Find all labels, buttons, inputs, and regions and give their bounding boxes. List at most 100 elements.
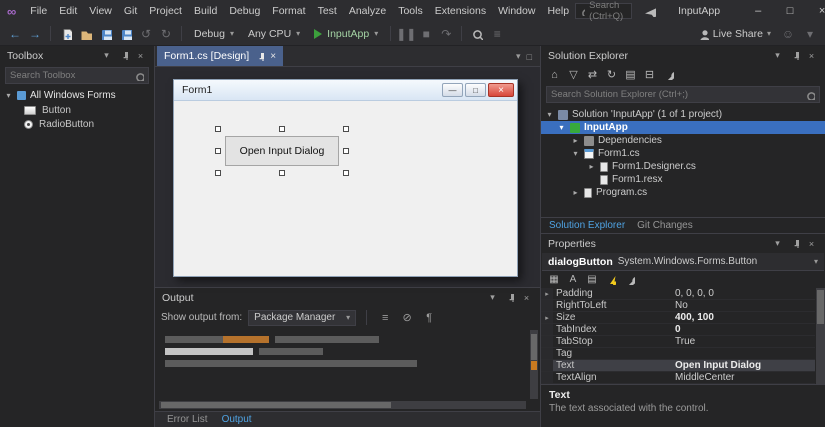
resize-handle-e[interactable] <box>343 148 349 154</box>
property-value[interactable]: 0, 0, 0, 0 <box>671 288 815 299</box>
minimize-button[interactable]: – <box>742 0 774 22</box>
chevron-right-icon[interactable]: ▸ <box>587 162 596 171</box>
property-value[interactable]: Open Input Dialog <box>671 360 815 371</box>
selected-object-dropdown[interactable]: dialogButton System.Windows.Forms.Button… <box>542 253 824 271</box>
collapse-all-icon[interactable]: ⊟ <box>641 67 658 83</box>
close-icon[interactable]: × <box>805 237 818 250</box>
events-icon[interactable] <box>603 272 619 287</box>
property-name[interactable]: RightToLeft <box>553 300 671 311</box>
pin-icon[interactable] <box>255 52 265 61</box>
tree-item-solution[interactable]: ▾ Solution 'InputApp' (1 of 1 project) <box>541 108 825 121</box>
resize-handle-s[interactable] <box>279 170 285 176</box>
menu-edit[interactable]: Edit <box>53 5 83 17</box>
resize-handle-sw[interactable] <box>215 170 221 176</box>
open-file-icon[interactable] <box>77 25 95 43</box>
scrollbar-thumb[interactable] <box>531 334 537 360</box>
chevron-right-icon[interactable]: ▸ <box>571 188 580 197</box>
property-row-tabstop[interactable]: TabStop True <box>541 336 815 348</box>
properties-view-icon[interactable]: ▤ <box>584 272 600 287</box>
solution-explorer-search-input[interactable] <box>551 89 805 100</box>
property-row-size[interactable]: ▸ Size 400, 100 <box>541 312 815 324</box>
chevron-expanded-icon[interactable]: ▾ <box>4 91 13 100</box>
pin-icon[interactable] <box>117 49 130 62</box>
tab-error-list[interactable]: Error List <box>167 414 208 425</box>
output-source-dropdown[interactable]: Package Manager ▾ <box>248 309 357 326</box>
property-row-text[interactable]: Text Open Input Dialog <box>541 360 815 372</box>
properties-icon[interactable] <box>660 67 677 83</box>
navigate-forward-icon[interactable]: → <box>26 25 44 43</box>
property-value[interactable]: No <box>671 300 815 311</box>
tree-item-form1-resx[interactable]: Form1.resx <box>541 173 825 186</box>
menu-file[interactable]: File <box>24 5 53 17</box>
comment-icon[interactable]: ≡ <box>488 25 506 43</box>
chevron-expanded-icon[interactable]: ▾ <box>545 110 554 119</box>
resize-handle-nw[interactable] <box>215 126 221 132</box>
undo-icon[interactable]: ↺ <box>137 25 155 43</box>
tab-output[interactable]: Output <box>222 414 252 425</box>
resize-handle-se[interactable] <box>343 170 349 176</box>
designed-form-body[interactable]: Open Input Dialog <box>174 101 517 276</box>
property-value[interactable]: True <box>671 336 815 347</box>
menu-analyze[interactable]: Analyze <box>343 5 392 17</box>
tab-git-changes[interactable]: Git Changes <box>637 220 693 231</box>
live-share-button[interactable]: Live Share ▾ <box>693 28 775 40</box>
property-name[interactable]: TabStop <box>553 336 671 347</box>
show-all-files-icon[interactable]: ▤ <box>622 67 639 83</box>
menu-extensions[interactable]: Extensions <box>429 5 492 17</box>
menu-project[interactable]: Project <box>143 5 188 17</box>
clear-output-icon[interactable]: ⊘ <box>399 310 415 326</box>
refresh-icon[interactable]: ↻ <box>603 67 620 83</box>
chevron-expanded-icon[interactable]: ▾ <box>557 123 566 132</box>
designed-form[interactable]: Form1 — □ × Open Input Dialog <box>173 79 518 277</box>
output-header[interactable]: Output ▾ × <box>155 288 540 307</box>
float-window-icon[interactable]: □ <box>527 52 532 62</box>
redo-icon[interactable]: ↻ <box>157 25 175 43</box>
quick-search-box[interactable]: Search (Ctrl+Q) <box>575 0 633 22</box>
tree-item-dependencies[interactable]: ▸ Dependencies <box>541 134 825 147</box>
solution-configuration-dropdown[interactable]: Debug ▾ <box>188 25 240 43</box>
forms-designer-surface[interactable]: Form1 — □ × Open Input Dialog <box>155 66 540 287</box>
menu-git[interactable]: Git <box>118 5 143 17</box>
navigate-back-icon[interactable]: ← <box>6 25 24 43</box>
alphabetical-icon[interactable]: A <box>565 272 581 287</box>
start-debugging-button[interactable]: InputApp ▾ <box>308 25 384 43</box>
property-row-tabindex[interactable]: TabIndex 0 <box>541 324 815 336</box>
menu-build[interactable]: Build <box>188 5 223 17</box>
menu-window[interactable]: Window <box>492 5 541 17</box>
close-icon[interactable]: × <box>520 291 533 304</box>
toolbar-overflow-icon[interactable]: ▾ <box>801 25 819 43</box>
menu-tools[interactable]: Tools <box>392 5 429 17</box>
control-selection[interactable]: Open Input Dialog <box>215 126 349 176</box>
pin-icon[interactable] <box>788 49 801 62</box>
menu-help[interactable]: Help <box>541 5 575 17</box>
menu-format[interactable]: Format <box>266 5 311 17</box>
toolbox-item-radiobutton[interactable]: RadioButton <box>0 117 154 131</box>
pin-icon[interactable] <box>788 237 801 250</box>
message-list-icon[interactable]: ≡ <box>377 310 393 326</box>
scrollbar-thumb[interactable] <box>817 290 824 324</box>
designed-dialog-button[interactable]: Open Input Dialog <box>225 136 339 166</box>
chevron-down-icon[interactable]: ▾ <box>100 49 113 62</box>
tree-item-program-cs[interactable]: ▸ Program.cs <box>541 186 825 199</box>
sync-with-active-document-icon[interactable]: ⇄ <box>584 67 601 83</box>
chevron-down-icon[interactable]: ▾ <box>771 237 784 250</box>
toolbox-search[interactable] <box>5 67 149 84</box>
property-value[interactable]: MiddleCenter <box>671 372 815 383</box>
tree-item-form1-designer-cs[interactable]: ▸ Form1.Designer.cs <box>541 160 825 173</box>
property-row-tag[interactable]: Tag <box>541 348 815 360</box>
toolbox-header[interactable]: Toolbox ▾ × <box>0 46 154 65</box>
property-value[interactable]: 400, 100 <box>671 312 815 323</box>
chevron-expanded-icon[interactable]: ▾ <box>571 149 580 158</box>
property-name[interactable]: Size <box>553 312 671 323</box>
output-horizontal-scrollbar[interactable] <box>159 401 526 409</box>
tab-form1-design[interactable]: Form1.cs [Design] × <box>157 46 284 66</box>
property-row-padding[interactable]: ▸ Padding 0, 0, 0, 0 <box>541 288 815 300</box>
menu-debug[interactable]: Debug <box>223 5 266 17</box>
solution-explorer-header[interactable]: Solution Explorer ▾ × <box>541 46 825 65</box>
resize-handle-w[interactable] <box>215 148 221 154</box>
expander-icon[interactable]: ▸ <box>541 312 553 323</box>
close-tab-icon[interactable]: × <box>270 51 276 62</box>
property-row-righttoleft[interactable]: RightToLeft No <box>541 300 815 312</box>
save-icon[interactable] <box>97 25 115 43</box>
property-name[interactable]: Padding <box>553 288 671 299</box>
